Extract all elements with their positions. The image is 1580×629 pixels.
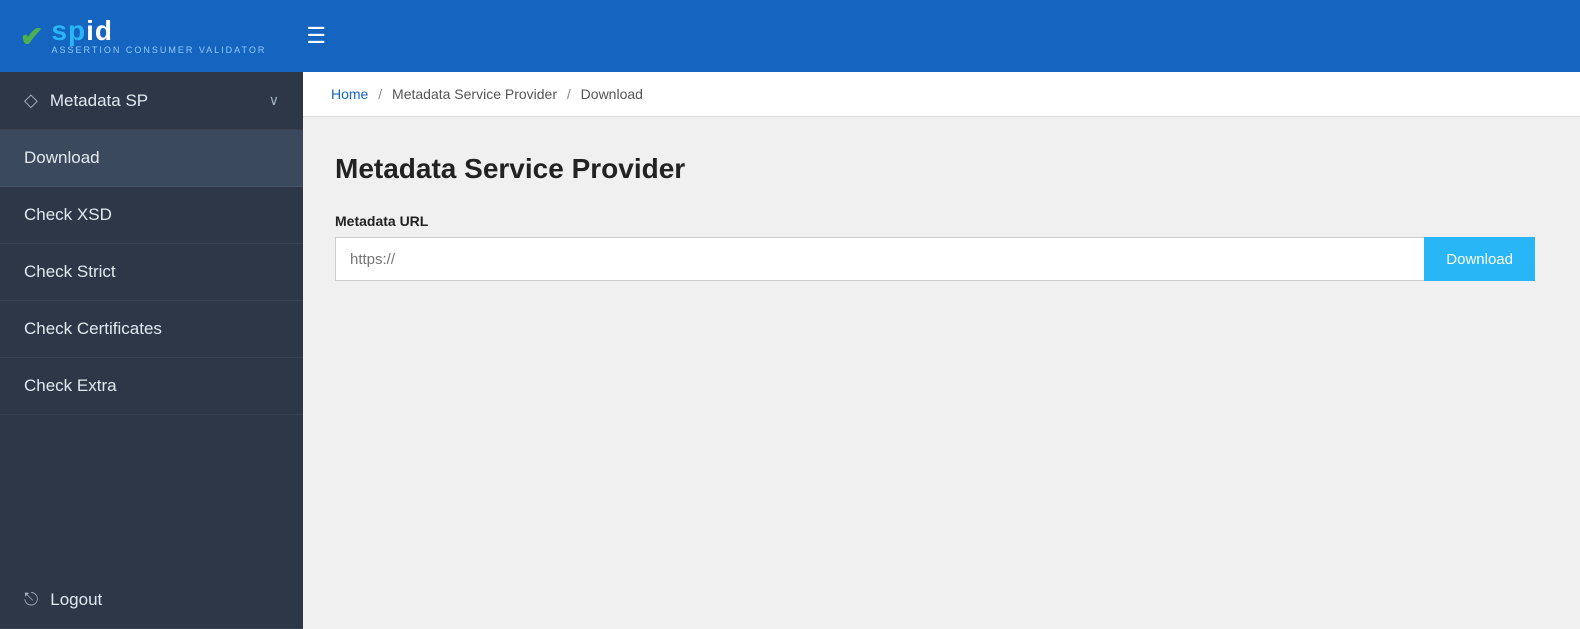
logo-id: id bbox=[86, 15, 113, 46]
sidebar-item-label: Check Certificates bbox=[24, 319, 162, 339]
sidebar-item-logout[interactable]: ⎋ Logout bbox=[0, 571, 303, 629]
breadcrumb-section: Metadata Service Provider bbox=[392, 86, 557, 102]
page-content: Metadata Service Provider Metadata URL D… bbox=[303, 117, 1580, 629]
sidebar: ◇ Metadata SP ∨ Download Check XSD Check… bbox=[0, 72, 303, 629]
breadcrumb-sep-2: / bbox=[567, 86, 571, 102]
metadata-sp-icon: ◇ bbox=[24, 90, 38, 111]
main-layout: ◇ Metadata SP ∨ Download Check XSD Check… bbox=[0, 72, 1580, 629]
hamburger-icon[interactable]: ☰ bbox=[306, 23, 326, 49]
sidebar-item-label: Logout bbox=[50, 590, 102, 610]
sidebar-item-check-certificates[interactable]: Check Certificates bbox=[0, 301, 303, 358]
page-title: Metadata Service Provider bbox=[335, 153, 1548, 185]
logo-subtitle: ASSERTION CONSUMER VALIDATOR bbox=[51, 45, 266, 55]
sidebar-item-label: Check Extra bbox=[24, 376, 117, 396]
logo-spid: spid bbox=[51, 17, 266, 45]
content-area: Home / Metadata Service Provider / Downl… bbox=[303, 72, 1580, 629]
breadcrumb-sep-1: / bbox=[378, 86, 382, 102]
url-input-row: Download bbox=[335, 237, 1535, 281]
logout-icon: ⎋ bbox=[24, 589, 38, 610]
sidebar-item-label: Check Strict bbox=[24, 262, 116, 282]
breadcrumb-home-link[interactable]: Home bbox=[331, 86, 368, 102]
logo-sp: sp bbox=[51, 15, 86, 46]
logo-text: spid ASSERTION CONSUMER VALIDATOR bbox=[51, 17, 266, 55]
sidebar-item-metadata-sp[interactable]: ◇ Metadata SP ∨ bbox=[0, 72, 303, 130]
download-button[interactable]: Download bbox=[1424, 237, 1535, 281]
breadcrumb-current: Download bbox=[581, 86, 643, 102]
breadcrumb-bar: Home / Metadata Service Provider / Downl… bbox=[303, 72, 1580, 117]
sidebar-item-label: Check XSD bbox=[24, 205, 112, 225]
metadata-url-label: Metadata URL bbox=[335, 213, 1548, 229]
sidebar-spacer bbox=[0, 415, 303, 571]
topbar: ✔ spid ASSERTION CONSUMER VALIDATOR ☰ bbox=[0, 0, 1580, 72]
sidebar-item-check-strict[interactable]: Check Strict bbox=[0, 244, 303, 301]
sidebar-item-check-extra[interactable]: Check Extra bbox=[0, 358, 303, 415]
sidebar-item-check-xsd[interactable]: Check XSD bbox=[0, 187, 303, 244]
metadata-url-input[interactable] bbox=[335, 237, 1424, 281]
sidebar-item-label: Metadata SP bbox=[50, 91, 148, 111]
logo-area: ✔ spid ASSERTION CONSUMER VALIDATOR bbox=[20, 17, 266, 55]
logo-check-icon: ✔ bbox=[20, 20, 43, 53]
sidebar-item-label: Download bbox=[24, 148, 100, 168]
sidebar-item-download[interactable]: Download bbox=[0, 130, 303, 187]
chevron-down-icon: ∨ bbox=[269, 92, 279, 109]
